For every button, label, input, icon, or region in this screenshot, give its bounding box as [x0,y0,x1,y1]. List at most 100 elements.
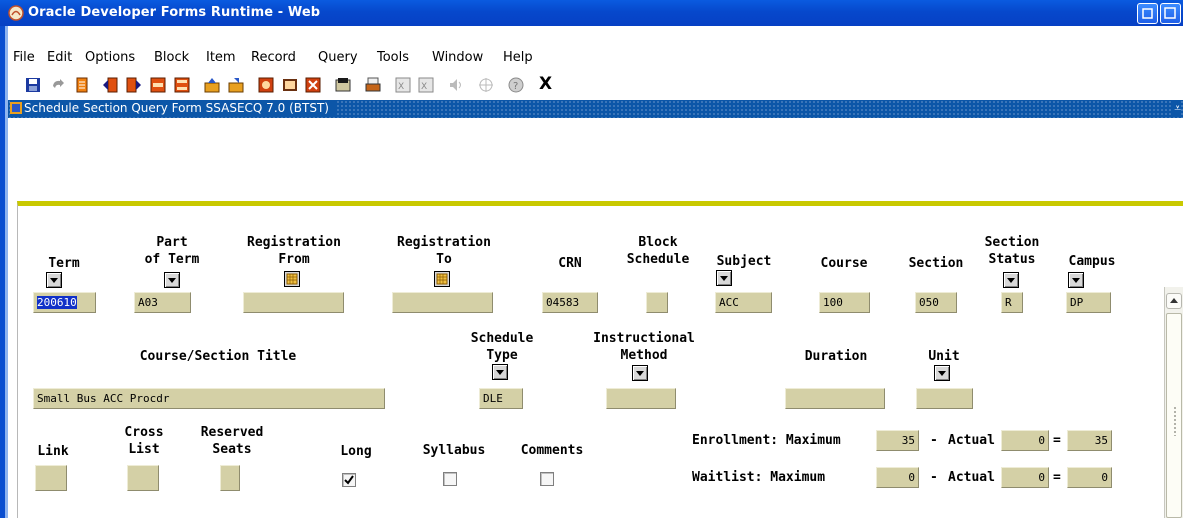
section-field[interactable]: 050 [915,292,957,313]
exit-button[interactable]: X [539,74,552,94]
link-label: Link [37,444,69,459]
reserved-seats-label-line1: Reserved [200,425,264,440]
reserved-seats-field[interactable] [220,465,240,491]
comments-checkbox[interactable] [540,472,554,486]
menu-item[interactable]: Item [206,50,236,65]
menu-options[interactable]: Options [85,50,135,65]
course-title-field[interactable]: Small Bus ACC Procdr [33,388,385,409]
remove-record-icon[interactable] [174,77,190,93]
maximize-icon [1164,7,1176,19]
question-icon[interactable]: ? [508,77,524,93]
unit-field[interactable] [916,388,973,409]
section-status-label-line1: Section [984,235,1040,250]
menu-block[interactable]: Block [154,50,189,65]
reg-to-field[interactable] [392,292,493,313]
execute-query-icon[interactable] [228,77,244,93]
menu-window[interactable]: Window [432,50,483,65]
enrollment-remaining-field[interactable]: 35 [1067,430,1112,451]
reg-to-label-line1: Registration [397,235,491,250]
minimize-button[interactable] [1137,3,1158,24]
sound-icon[interactable] [448,77,464,93]
reg-from-label-line2: From [278,252,310,267]
save-icon[interactable] [25,77,41,93]
crn-field[interactable]: 04583 [542,292,598,313]
reg-from-label-line1: Registration [247,235,341,250]
term-dropdown-button[interactable] [46,272,62,288]
scroll-thumb[interactable] [1166,313,1182,518]
part-of-term-dropdown-button[interactable] [164,272,180,288]
form-title: Schedule Section Query Form SSASECQ 7.0 … [24,101,329,115]
reg-to-label-line2: To [436,252,452,267]
detach-icon[interactable]: X [418,77,434,93]
options-icon[interactable] [335,77,351,93]
maximize-button[interactable] [1160,3,1181,24]
attach-icon[interactable]: X [395,77,411,93]
menu-file[interactable]: File [13,50,35,65]
calendar-to-icon[interactable] [434,271,450,287]
menu-edit[interactable]: Edit [47,50,72,65]
list-icon[interactable] [282,77,298,93]
enrollment-actual-field[interactable]: 0 [1001,430,1049,451]
cross-list-field[interactable] [127,465,159,491]
dock-icon[interactable]: ⩡ [1171,101,1181,116]
enter-query-icon[interactable] [204,77,220,93]
section-status-dropdown-button[interactable] [1003,272,1019,288]
vertical-scrollbar[interactable] [1164,287,1183,518]
window-title-bar: Oracle Developer Forms Runtime - Web [0,0,1183,26]
instructional-method-field[interactable] [606,388,676,409]
waitlist-actual-field[interactable]: 0 [1001,467,1049,488]
help-icon[interactable] [258,77,274,93]
menu-help[interactable]: Help [503,50,533,65]
previous-block-icon[interactable] [102,77,118,93]
waitlist-maximum-label: Waitlist: Maximum [692,470,826,485]
print-doc-icon[interactable] [74,77,90,93]
print-icon[interactable] [365,77,381,93]
course-field[interactable]: 100 [819,292,870,313]
instructional-method-dropdown-button[interactable] [632,365,648,381]
long-label: Long [340,444,372,459]
cancel-query-icon[interactable] [305,77,321,93]
menu-query[interactable]: Query [318,50,358,65]
form-icon [10,102,22,114]
schedule-type-label-line1: Schedule [470,331,534,346]
window-left-border [0,26,8,518]
schedule-type-dropdown-button[interactable] [492,364,508,380]
term-label: Term [48,256,80,271]
scroll-up-button[interactable] [1166,293,1182,309]
menu-tools[interactable]: Tools [377,50,409,65]
toolbar-separator [358,79,359,92]
section-status-label-line2: Status [988,252,1036,267]
campus-dropdown-button[interactable] [1068,272,1084,288]
target-icon[interactable] [478,77,494,93]
duration-field[interactable] [785,388,885,409]
enrollment-maximum-field[interactable]: 35 [876,430,919,451]
subject-dropdown-button[interactable] [716,270,732,286]
section-status-field[interactable]: R [1001,292,1023,313]
waitlist-minus: - [930,470,938,485]
schedule-type-field[interactable]: DLE [479,388,523,409]
unit-label: Unit [928,349,960,364]
rollback-icon[interactable] [50,77,66,93]
instructional-method-label-line2: Method [620,348,668,363]
insert-record-icon[interactable] [150,77,166,93]
calendar-from-icon[interactable] [284,271,300,287]
grip-icon [1173,406,1177,436]
subject-field[interactable]: ACC [715,292,772,313]
menu-record[interactable]: Record [251,50,296,65]
block-schedule-field[interactable] [646,292,668,313]
term-field[interactable]: 200610 [33,292,96,313]
campus-field[interactable]: DP [1066,292,1111,313]
unit-dropdown-button[interactable] [934,365,950,381]
toolbar-separator [95,79,96,92]
next-block-icon[interactable] [126,77,142,93]
waitlist-remaining-field[interactable]: 0 [1067,467,1112,488]
syllabus-checkbox[interactable] [443,472,457,486]
link-field[interactable] [35,465,67,491]
course-label: Course [820,256,868,271]
reg-from-field[interactable] [243,292,344,313]
long-checkbox[interactable] [342,473,356,487]
syllabus-label: Syllabus [422,443,486,458]
part-of-term-field[interactable]: A03 [134,292,191,313]
toolbar-separator [196,79,197,92]
waitlist-maximum-field[interactable]: 0 [876,467,919,488]
